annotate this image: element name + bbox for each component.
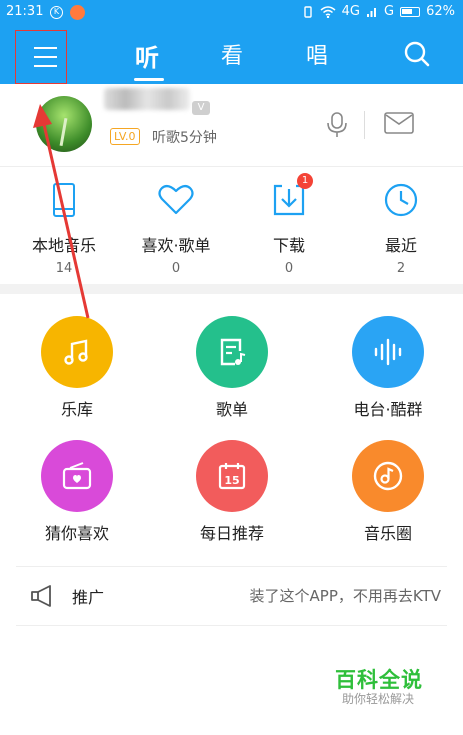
grid-item-daily-recommend[interactable]: 15 每日推荐 [177,440,287,544]
music-note-icon [41,316,113,388]
notification-app-icon [70,5,85,20]
calendar-day: 15 [224,474,239,487]
download-icon: 1 [244,173,334,220]
menu-line [34,56,57,58]
grid-label: 乐库 [60,400,93,419]
quick-access-row: 本地音乐 14 喜欢·歌单 0 1 下载 0 最近 2 [0,166,463,284]
username-blurred[interactable] [104,88,190,110]
quick-item-local-music[interactable]: 本地音乐 14 [19,180,109,276]
grid-item-radio-groups[interactable]: 电台·酷群 [333,316,443,420]
section-separator [0,284,463,294]
signal-icon [367,7,377,17]
grid-label: 猜你喜欢 [44,524,109,543]
quick-label: 喜欢·歌单 [141,236,211,255]
download-badge: 1 [297,173,313,189]
battery-percent: 62% [426,4,455,19]
top-bar: 听 看 唱 [0,26,463,84]
menu-line [34,47,57,49]
heart-icon [131,180,221,220]
status-time: 21:31 [6,4,44,19]
tab-active-indicator [134,78,164,81]
megaphone-icon [31,585,51,607]
grid-label: 音乐圈 [363,524,412,543]
tab-sing[interactable]: 唱 [306,38,328,70]
grid-item-music-library[interactable]: 乐库 [22,316,132,420]
quick-item-favorites[interactable]: 喜欢·歌单 0 [131,180,221,276]
listen-time: 听歌5分钟 [152,130,217,146]
radio-icon [41,440,113,512]
quick-item-download[interactable]: 1 下载 0 [244,173,334,276]
grid-item-playlist[interactable]: 歌单 [177,316,287,420]
quick-count: 14 [55,261,73,276]
vibrate-icon [303,5,312,18]
quick-label: 下载 [272,236,305,255]
quick-count: 0 [171,261,181,276]
playlist-icon [196,316,268,388]
watermark-subtitle: 助你轻松解决 [342,692,415,706]
wifi-icon [320,5,336,18]
quick-count: 0 [284,261,294,276]
menu-line [34,65,57,67]
music-circle-icon [352,440,424,512]
grid-item-guess-you-like[interactable]: 猜你喜欢 [22,440,132,544]
notification-k-icon: K [50,6,63,19]
network-4g-label: 4G [341,4,361,19]
quick-item-recent[interactable]: 最近 2 [356,180,446,276]
quick-label: 最近 [384,236,417,255]
level-badge: LV.0 [110,128,140,145]
battery-icon [400,6,421,17]
grid-label: 每日推荐 [199,524,264,543]
vip-icon[interactable]: V [192,101,210,115]
menu-button[interactable] [15,30,67,84]
tab-listen[interactable]: 听 [135,38,159,73]
profile-section: V LV.0 听歌5分钟 [0,84,463,167]
microphone-icon[interactable] [326,112,348,138]
status-bar: 21:31 K 4G G 62% [0,0,463,26]
phone-icon [19,180,109,220]
promo-description: 装了这个APP，不用再去KTV [249,587,441,605]
status-right: 4G G 62% [302,4,455,19]
promo-title: 推广 [72,588,105,607]
clock-icon [356,180,446,220]
grid-label: 歌单 [215,400,248,419]
search-icon[interactable] [403,40,431,68]
tab-watch[interactable]: 看 [221,38,243,70]
calendar-icon: 15 [196,440,268,512]
quick-count: 2 [396,261,406,276]
network-g-label: G [384,4,395,19]
sound-wave-icon [352,316,424,388]
avatar[interactable] [36,96,92,152]
mail-icon[interactable] [384,112,414,134]
grid-label: 电台·酷群 [353,400,423,419]
quick-label: 本地音乐 [31,236,96,255]
grid-item-music-circle[interactable]: 音乐圈 [333,440,443,544]
promo-row[interactable]: 推广 装了这个APP，不用再去KTV [16,566,447,626]
divider [364,111,365,139]
